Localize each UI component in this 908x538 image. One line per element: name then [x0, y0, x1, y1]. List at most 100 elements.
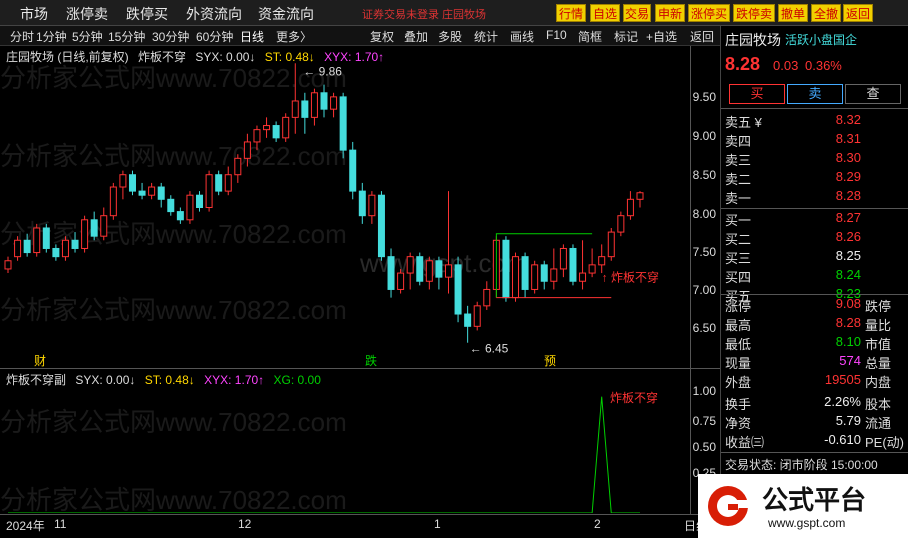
- top-menu-bar: 市场 涨停卖 跌停买 外资流向 资金流向 证券交易未登录 庄园牧场 行情 自选 交易…: [0, 0, 908, 26]
- menu-limit-down-buy[interactable]: 跌停买: [126, 4, 168, 24]
- action-stats[interactable]: 统计: [474, 28, 498, 45]
- candle-body: [368, 194, 376, 217]
- quick-button-7[interactable]: 全撤: [811, 4, 841, 22]
- stock-change: 0.03: [773, 58, 799, 73]
- stat-label-2: 流通: [865, 416, 892, 431]
- quote-panel: 庄园牧场 活跃小盘国企 8.28 0.03 0.36% 买 卖 查 卖五 ¥ 8.…: [720, 26, 908, 538]
- period-daily[interactable]: 日线: [240, 28, 264, 45]
- candle-body: [349, 149, 357, 192]
- marker-yu: 预: [544, 354, 557, 368]
- sell-button[interactable]: 卖: [787, 84, 843, 104]
- action-multi-stock[interactable]: 多股: [438, 28, 462, 45]
- signal-label: ↑ 炸板不穿: [602, 269, 659, 284]
- stat-value: 574: [839, 353, 861, 368]
- action-back[interactable]: 返回: [690, 28, 714, 45]
- period-5min[interactable]: 5分钟: [72, 28, 103, 45]
- stat-row: 最低 8.10 市值: [725, 334, 905, 353]
- orderbook-label: 买三: [725, 251, 752, 266]
- query-button[interactable]: 查: [845, 84, 901, 104]
- action-overlay[interactable]: 叠加: [404, 28, 428, 45]
- period-30min[interactable]: 30分钟: [152, 28, 189, 45]
- orderbook-row[interactable]: 卖五 ¥ 8.32: [725, 112, 905, 131]
- period-more[interactable]: 更多〉: [276, 28, 312, 45]
- candle-body: [14, 239, 22, 258]
- quick-button-4[interactable]: 涨停买: [688, 4, 730, 22]
- candle-body: [23, 239, 31, 254]
- candle-body: [636, 192, 644, 200]
- menu-capital-flow[interactable]: 资金流向: [258, 4, 314, 24]
- quick-button-5[interactable]: 跌停卖: [733, 4, 775, 22]
- candle-body: [416, 256, 424, 282]
- candle-body: [598, 256, 606, 266]
- action-mark[interactable]: 标记: [614, 28, 638, 45]
- candle-body: [330, 96, 338, 110]
- candle-body: [559, 247, 567, 270]
- orderbook-row[interactable]: 买三 8.25: [725, 248, 905, 267]
- candle-body: [397, 272, 405, 290]
- candle-body: [33, 227, 41, 254]
- orderbook-row[interactable]: 卖三 8.30: [725, 150, 905, 169]
- orderbook-label: 买一: [725, 213, 752, 228]
- candle-body: [569, 247, 577, 282]
- stock-price: 8.28: [725, 54, 761, 74]
- menu-limit-up-sell[interactable]: 涨停卖: [66, 4, 108, 24]
- action-adjust[interactable]: 复权: [370, 28, 394, 45]
- indicator-chart[interactable]: [0, 385, 690, 513]
- orderbook-price: 8.32: [835, 112, 861, 127]
- indicator-line: [8, 396, 640, 513]
- quick-button-8[interactable]: 返回: [843, 4, 873, 22]
- stat-value: 8.10: [835, 334, 861, 349]
- login-status-text: 证券交易未登录 庄园牧场: [362, 9, 487, 21]
- candle-body: [387, 256, 395, 290]
- orderbook-row[interactable]: 买四 8.24: [725, 267, 905, 286]
- orderbook-price: 8.31: [835, 131, 861, 146]
- action-simple-frame[interactable]: 简框: [578, 28, 602, 45]
- stat-label: 收益㈢: [725, 435, 765, 450]
- menu-market[interactable]: 市场: [20, 4, 48, 24]
- candle-body: [425, 260, 433, 282]
- orderbook-row[interactable]: 买一 8.27: [725, 210, 905, 229]
- candle-body: [291, 100, 299, 118]
- quick-button-1[interactable]: 自选: [590, 4, 620, 22]
- candlestick-chart[interactable]: ← 9.86 ← 6.45 ↑ 炸板不穿: [0, 60, 690, 355]
- quick-button-0[interactable]: 行情: [556, 4, 586, 22]
- candle-body: [186, 194, 194, 221]
- date-jan: 1: [434, 517, 441, 531]
- period-intraday[interactable]: 分时: [10, 28, 34, 45]
- orderbook-price: 8.24: [835, 267, 861, 282]
- candle-body: [128, 174, 136, 192]
- orderbook-label: 卖四: [725, 134, 752, 149]
- quick-button-6[interactable]: 撤单: [778, 4, 808, 22]
- quick-button-3[interactable]: 申新: [655, 4, 685, 22]
- period-60min[interactable]: 60分钟: [196, 28, 233, 45]
- menu-foreign-flow[interactable]: 外资流向: [186, 4, 242, 24]
- action-add-favorite[interactable]: +自选: [646, 28, 677, 45]
- orderbook-row[interactable]: 卖四 8.31: [725, 131, 905, 150]
- stat-label-2: 跌停: [865, 299, 892, 314]
- high-label: ← 9.86: [303, 64, 342, 78]
- stat-label: 现量: [725, 356, 752, 371]
- candle-body: [205, 174, 213, 208]
- orderbook-row[interactable]: 卖一 8.28: [725, 188, 905, 207]
- marker-cai: 财: [34, 354, 47, 368]
- candle-body: [224, 174, 232, 192]
- candle-body: [109, 186, 117, 217]
- orderbook-row[interactable]: 卖二 8.29: [725, 169, 905, 188]
- stat-value: 2.26%: [824, 394, 861, 409]
- action-draw[interactable]: 画线: [510, 28, 534, 45]
- stat-value: 5.79: [835, 413, 861, 428]
- buy-button[interactable]: 买: [729, 84, 785, 104]
- orderbook-row[interactable]: 买二 8.26: [725, 229, 905, 248]
- stat-label: 最低: [725, 337, 752, 352]
- candle-body: [320, 92, 328, 110]
- action-f10[interactable]: F10: [546, 28, 567, 42]
- period-15min[interactable]: 15分钟: [108, 28, 145, 45]
- candle-body: [157, 186, 165, 200]
- low-label: ← 6.45: [470, 342, 509, 355]
- logo-url: www.gspt.com: [768, 516, 846, 530]
- candle-body: [435, 260, 443, 278]
- stat-row: 净资 5.79 流通: [725, 413, 905, 432]
- quick-button-2[interactable]: 交易: [623, 4, 651, 22]
- orderbook-price: 8.25: [835, 248, 861, 263]
- period-1min[interactable]: 1分钟: [36, 28, 67, 45]
